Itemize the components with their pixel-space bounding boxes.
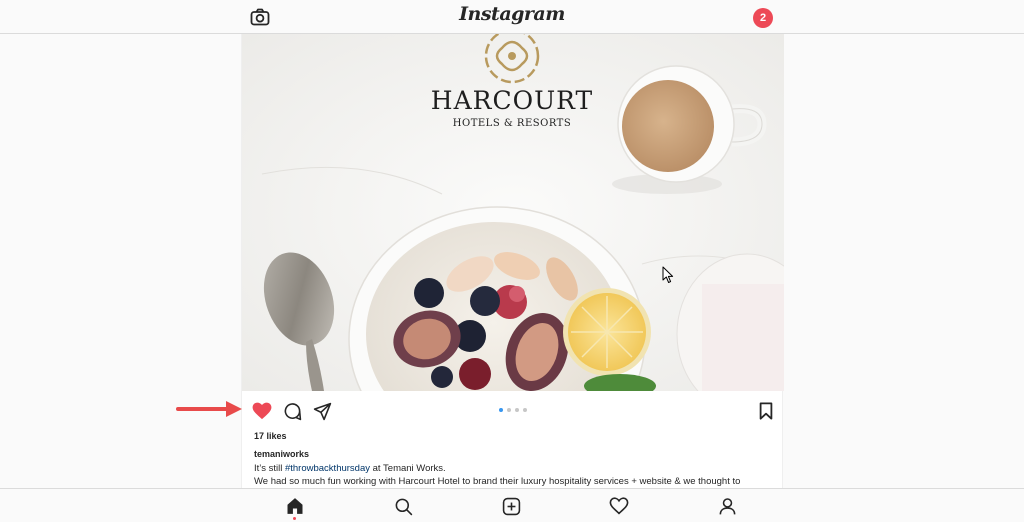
send-icon [313,402,331,420]
nav-activity[interactable] [608,495,630,517]
hashtag-link[interactable]: #throwbackthursday [285,463,370,474]
comment-button[interactable] [280,399,304,423]
bookmark-icon [759,402,773,420]
add-post-icon [502,497,520,515]
brand-logo: Instagram [459,3,565,25]
likes-count[interactable]: 17 likes [254,431,287,441]
like-button[interactable] [250,399,274,423]
notifications-button[interactable]: 2 [753,6,775,28]
activity-heart-icon [609,497,629,515]
caption-text-before: It’s still [254,463,285,474]
save-button[interactable] [754,399,778,423]
caption-text-after: at Temani Works. [370,463,446,474]
top-bar: Instagram 2 [0,0,1024,34]
comment-icon [284,402,301,420]
share-button[interactable] [310,399,334,423]
search-icon [395,498,412,515]
carousel-dot [507,408,511,412]
post-caption-line2: We had so much fun working with Harcourt… [254,476,741,487]
post-actions [242,391,784,429]
carousel-dot [523,408,527,412]
profile-icon [719,497,735,514]
post-image[interactable]: HARCOURT HOTELS & RESORTS [242,34,784,391]
annotation-arrow [176,401,242,417]
mouse-pointer-icon [662,266,674,283]
active-tab-indicator [293,517,296,520]
logo-subtitle: HOTELS & RESORTS [453,118,571,129]
carousel-dot [499,408,503,412]
nav-search[interactable] [392,495,414,517]
logo-title: HARCOURT [431,86,593,115]
bottom-navigation [0,488,1024,522]
post-username[interactable]: temaniworks [254,449,309,459]
post-photo: HARCOURT HOTELS & RESORTS [242,34,784,391]
nav-new-post[interactable] [500,495,522,517]
post-caption: It’s still #throwbackthursday at Temani … [254,463,774,475]
carousel-dot [515,408,519,412]
heart-filled-icon [252,402,272,420]
nav-home[interactable] [284,495,306,517]
carousel-indicator [499,408,527,412]
post-card: HARCOURT HOTELS & RESORTS 17 likes teman… [241,34,784,488]
nav-profile[interactable] [716,495,738,517]
notification-badge: 2 [753,8,773,28]
home-icon [287,498,303,514]
